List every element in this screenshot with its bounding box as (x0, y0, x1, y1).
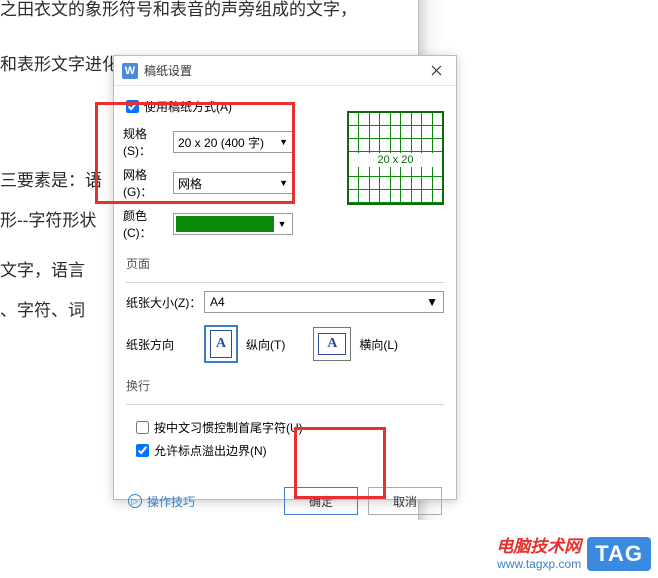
watermark-url: www.tagxp.com (496, 557, 581, 571)
bg-text-6: 、字符、词 (0, 298, 85, 324)
page-section-title: 页面 (126, 255, 444, 272)
wrap-cjk-row[interactable]: 按中文习惯控制首尾字符(U) (136, 419, 444, 436)
paper-size-value: A4 (210, 295, 225, 309)
ok-button[interactable]: 确定 (284, 487, 358, 515)
close-icon (431, 65, 442, 76)
cancel-button[interactable]: 取消 (368, 487, 442, 515)
spec-label: 规格(S)： (123, 125, 173, 159)
spec-select[interactable]: 20 x 20 (400 字) ▼ (173, 131, 293, 153)
tips-label: 操作技巧 (147, 493, 195, 510)
landscape-icon: A (313, 327, 351, 361)
info-icon: ▷ (128, 494, 142, 508)
chevron-down-icon: ▼ (279, 178, 288, 188)
grid-settings-dialog: W 稿纸设置 使用稿纸方式(A) 规格(S)： 20 x 20 (400 字) … (113, 55, 457, 500)
portrait-label: 纵向(T) (246, 336, 285, 353)
wrap-cjk-checkbox[interactable] (136, 421, 149, 434)
spec-value: 20 x 20 (400 字) (178, 134, 264, 151)
landscape-label: 横向(L) (359, 336, 398, 353)
wrap-overflow-label: 允许标点溢出边界(N) (154, 442, 267, 459)
grid-preview: 20 x 20 (347, 111, 444, 205)
grid-preview-label: 20 x 20 (349, 153, 442, 167)
watermark-cn: 电脑技术网 (496, 532, 581, 557)
paper-size-select[interactable]: A4 ▼ (204, 291, 444, 313)
chevron-down-icon: ▼ (274, 219, 290, 229)
wrap-overflow-checkbox[interactable] (136, 444, 149, 457)
color-label: 颜色(C)： (123, 207, 173, 241)
dialog-title: 稿纸设置 (144, 62, 424, 79)
grid-select[interactable]: 网格 ▼ (173, 172, 293, 194)
color-select[interactable]: ▼ (173, 213, 293, 235)
bg-text-3: 三要素是：语 (0, 168, 102, 194)
orientation-portrait[interactable]: A 纵向(T) (204, 325, 285, 363)
grid-value: 网格 (178, 175, 202, 192)
portrait-icon: A (204, 325, 238, 363)
close-button[interactable] (424, 59, 448, 83)
chevron-down-icon: ▼ (426, 295, 438, 309)
color-swatch (176, 216, 274, 232)
wrap-overflow-row[interactable]: 允许标点溢出边界(N) (136, 442, 444, 459)
tag-badge: TAG (587, 537, 651, 571)
paper-size-label: 纸张大小(Z)： (126, 294, 204, 311)
grid-label: 网格(G)： (123, 166, 173, 200)
orientation-landscape[interactable]: A 横向(L) (313, 327, 398, 361)
wrap-cjk-label: 按中文习惯控制首尾字符(U) (154, 419, 303, 436)
chevron-down-icon: ▼ (279, 137, 288, 147)
app-icon: W (122, 63, 138, 79)
bg-text-5: 文字，语言 (0, 258, 85, 284)
use-grid-label: 使用稿纸方式(A) (144, 98, 232, 115)
bg-text-4: 形--字符形状 (0, 208, 96, 234)
watermark: 电脑技术网 www.tagxp.com TAG (496, 532, 651, 571)
use-grid-checkbox[interactable] (126, 100, 139, 113)
orientation-label: 纸张方向 (126, 336, 204, 353)
tips-link[interactable]: ▷ 操作技巧 (128, 493, 195, 510)
titlebar: W 稿纸设置 (114, 56, 456, 86)
bg-text-1: 之田衣文的象形符号和表音的声旁组成的文字， (0, 0, 357, 23)
wrap-section-title: 换行 (126, 377, 444, 394)
